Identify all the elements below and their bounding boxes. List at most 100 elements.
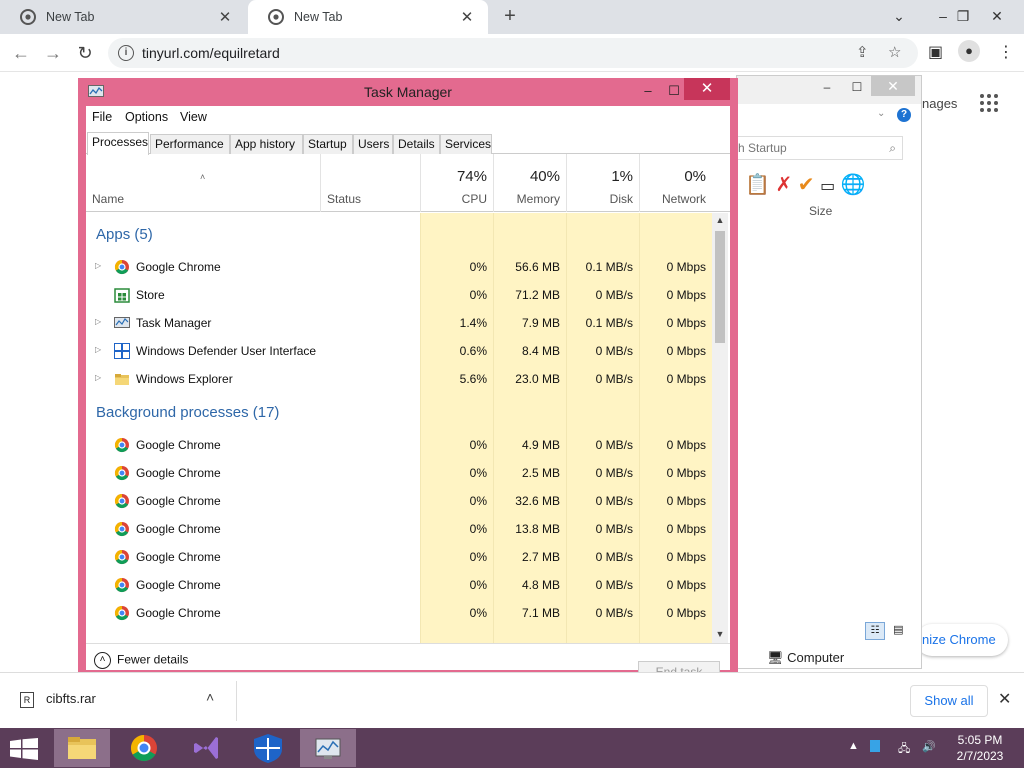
globe-icon[interactable]: 🌐 — [841, 174, 866, 196]
column-cpu[interactable]: 74% CPU — [420, 154, 493, 212]
group-header[interactable]: Apps (5) — [96, 226, 153, 243]
tab-app-history[interactable]: App history — [230, 134, 303, 154]
process-row[interactable]: Google Chrome 0% 4.9 MB 0 MB/s 0 Mbps — [86, 431, 712, 459]
browser-tab-active[interactable]: New Tab ✕ — [248, 0, 488, 34]
disk-value: 0 MB/s — [595, 578, 633, 592]
process-row[interactable]: ▷ Windows Explorer 5.6% 23.0 MB 0 MB/s 0 Mbps — [86, 365, 712, 393]
checkmark-icon[interactable]: ✔ — [798, 174, 815, 196]
new-tab-button[interactable]: + — [498, 4, 522, 28]
bookmark-star-icon[interactable]: ☆ — [888, 43, 901, 61]
process-row[interactable]: ▷ Google Chrome 0% 56.6 MB 0.1 MB/s 0 Mbps — [86, 253, 712, 281]
close-icon[interactable]: ✕ — [458, 8, 476, 26]
defender-icon — [254, 734, 282, 763]
close-button[interactable]: ✕ — [684, 78, 730, 100]
process-row[interactable]: Google Chrome 0% 7.1 MB 0 MB/s 0 Mbps — [86, 599, 712, 627]
minimize-button[interactable]: – — [817, 78, 837, 96]
cpu-value: 0% — [469, 550, 487, 564]
menu-kebab-icon[interactable]: ⋮ — [998, 42, 1014, 62]
customize-chrome-button[interactable]: nize Chrome — [916, 624, 1008, 656]
show-all-button[interactable]: Show all — [910, 685, 988, 717]
process-row[interactable]: Google Chrome 0% 4.8 MB 0 MB/s 0 Mbps — [86, 571, 712, 599]
process-row[interactable]: Store 0% 71.2 MB 0 MB/s 0 Mbps — [86, 281, 712, 309]
details-view-icon[interactable]: ☷ — [865, 622, 885, 640]
close-button[interactable]: ✕ — [871, 76, 915, 96]
chrome-icon — [114, 577, 130, 593]
show-hidden-icons[interactable]: ▲ — [848, 740, 859, 752]
address-bar[interactable]: i tinyurl.com/equilretard ⇪ ☆ — [108, 38, 918, 68]
fewer-details-button[interactable]: ˄ Fewer details — [94, 652, 188, 669]
minimize-button[interactable]: – — [634, 80, 662, 102]
column-name[interactable]: Name — [86, 154, 320, 212]
tab-search-icon[interactable]: ⌄ — [882, 0, 916, 34]
paste-icon[interactable]: 📋 — [745, 174, 770, 196]
reload-button[interactable]: ↻ — [72, 40, 98, 66]
group-header[interactable]: Background processes (17) — [96, 404, 279, 421]
scroll-down-icon[interactable]: ▼ — [714, 629, 726, 639]
tab-startup[interactable]: Startup — [303, 134, 353, 154]
back-button[interactable]: ← — [8, 40, 34, 66]
taskbar-defender[interactable] — [240, 729, 296, 767]
tab-users[interactable]: Users — [353, 134, 393, 154]
delete-icon[interactable]: ✗ — [775, 174, 792, 196]
tab-processes[interactable]: Processes — [87, 132, 149, 155]
chevron-up-icon[interactable]: ˄ — [206, 689, 214, 705]
menu-view[interactable]: View — [180, 110, 207, 124]
network-value: 0 Mbps — [666, 522, 706, 536]
taskbar-visual-studio[interactable] — [178, 729, 234, 767]
expand-arrow-icon[interactable]: ▷ — [95, 261, 101, 270]
close-window-button[interactable]: ✕ — [980, 0, 1014, 34]
menu-file[interactable]: File — [92, 110, 112, 124]
info-icon[interactable]: i — [118, 45, 134, 61]
column-memory[interactable]: 40% Memory — [493, 154, 566, 212]
scroll-up-icon[interactable]: ▲ — [714, 215, 726, 225]
scrollbar-thumb[interactable] — [715, 231, 725, 343]
close-icon[interactable]: ✕ — [216, 8, 234, 26]
restore-button[interactable]: ❐ — [946, 0, 980, 34]
process-row[interactable]: ▷ Windows Defender User Interface 0.6% 8.4 … — [86, 337, 712, 365]
taskbar-clock[interactable]: 5:05 PM 2/7/2023 — [950, 732, 1010, 764]
maximize-button[interactable]: ☐ — [847, 78, 867, 96]
expand-arrow-icon[interactable]: ▷ — [95, 317, 101, 326]
close-icon[interactable]: ✕ — [998, 689, 1011, 709]
taskbar-chrome[interactable] — [116, 729, 172, 767]
network-icon[interactable]: 🖧 — [898, 740, 910, 759]
size-column-header[interactable]: Size — [809, 204, 832, 218]
process-row[interactable]: ▷ Task Manager 1.4% 7.9 MB 0.1 MB/s 0 Mbps — [86, 309, 712, 337]
chrome-icon — [114, 259, 130, 275]
forward-button[interactable]: → — [40, 40, 66, 66]
process-row[interactable]: Google Chrome 0% 32.6 MB 0 MB/s 0 Mbps — [86, 487, 712, 515]
help-icon[interactable]: ? — [897, 108, 911, 122]
large-icons-view-icon[interactable]: ▤ — [888, 622, 908, 640]
apps-grid-icon[interactable] — [980, 94, 1000, 114]
tray-app-icon[interactable] — [870, 740, 880, 752]
share-icon[interactable]: ⇪ — [856, 43, 869, 61]
side-panel-icon[interactable]: ▣ — [928, 42, 943, 62]
download-item[interactable]: Rcibfts.rar — [20, 691, 96, 708]
explorer-icon — [114, 371, 130, 387]
chevron-down-icon[interactable]: ⌄ — [877, 108, 885, 119]
tab-details[interactable]: Details — [393, 134, 440, 154]
profile-avatar[interactable]: ● — [958, 40, 980, 62]
column-status[interactable]: Status — [320, 154, 420, 212]
taskbar-file-explorer[interactable] — [54, 729, 110, 767]
volume-icon[interactable]: 🔊 — [922, 740, 936, 753]
vertical-scrollbar[interactable]: ▲ ▼ — [712, 213, 728, 643]
search-input[interactable]: h Startup ⌕ — [737, 136, 903, 160]
images-link[interactable]: nages — [922, 96, 957, 111]
location-computer[interactable]: 🖥 Computer — [767, 650, 844, 666]
expand-arrow-icon[interactable]: ▷ — [95, 373, 101, 382]
taskbar-task-manager[interactable] — [300, 729, 356, 767]
process-row[interactable]: Google Chrome 0% 2.7 MB 0 MB/s 0 Mbps — [86, 543, 712, 571]
expand-arrow-icon[interactable]: ▷ — [95, 345, 101, 354]
column-network[interactable]: 0% Network — [639, 154, 712, 212]
tab-performance[interactable]: Performance — [150, 134, 230, 154]
explorer-toolbar-icons: 📋 ✗ ✔ ▭ 🌐 — [745, 172, 866, 197]
windows-start-icon[interactable] — [10, 738, 38, 760]
column-disk[interactable]: 1% Disk — [566, 154, 639, 212]
menu-options[interactable]: Options — [125, 110, 168, 124]
rename-icon[interactable]: ▭ — [820, 178, 835, 195]
tab-services[interactable]: Services — [440, 134, 492, 154]
process-row[interactable]: Google Chrome 0% 13.8 MB 0 MB/s 0 Mbps — [86, 515, 712, 543]
browser-tab[interactable]: New Tab ✕ — [0, 0, 246, 34]
process-row[interactable]: Google Chrome 0% 2.5 MB 0 MB/s 0 Mbps — [86, 459, 712, 487]
